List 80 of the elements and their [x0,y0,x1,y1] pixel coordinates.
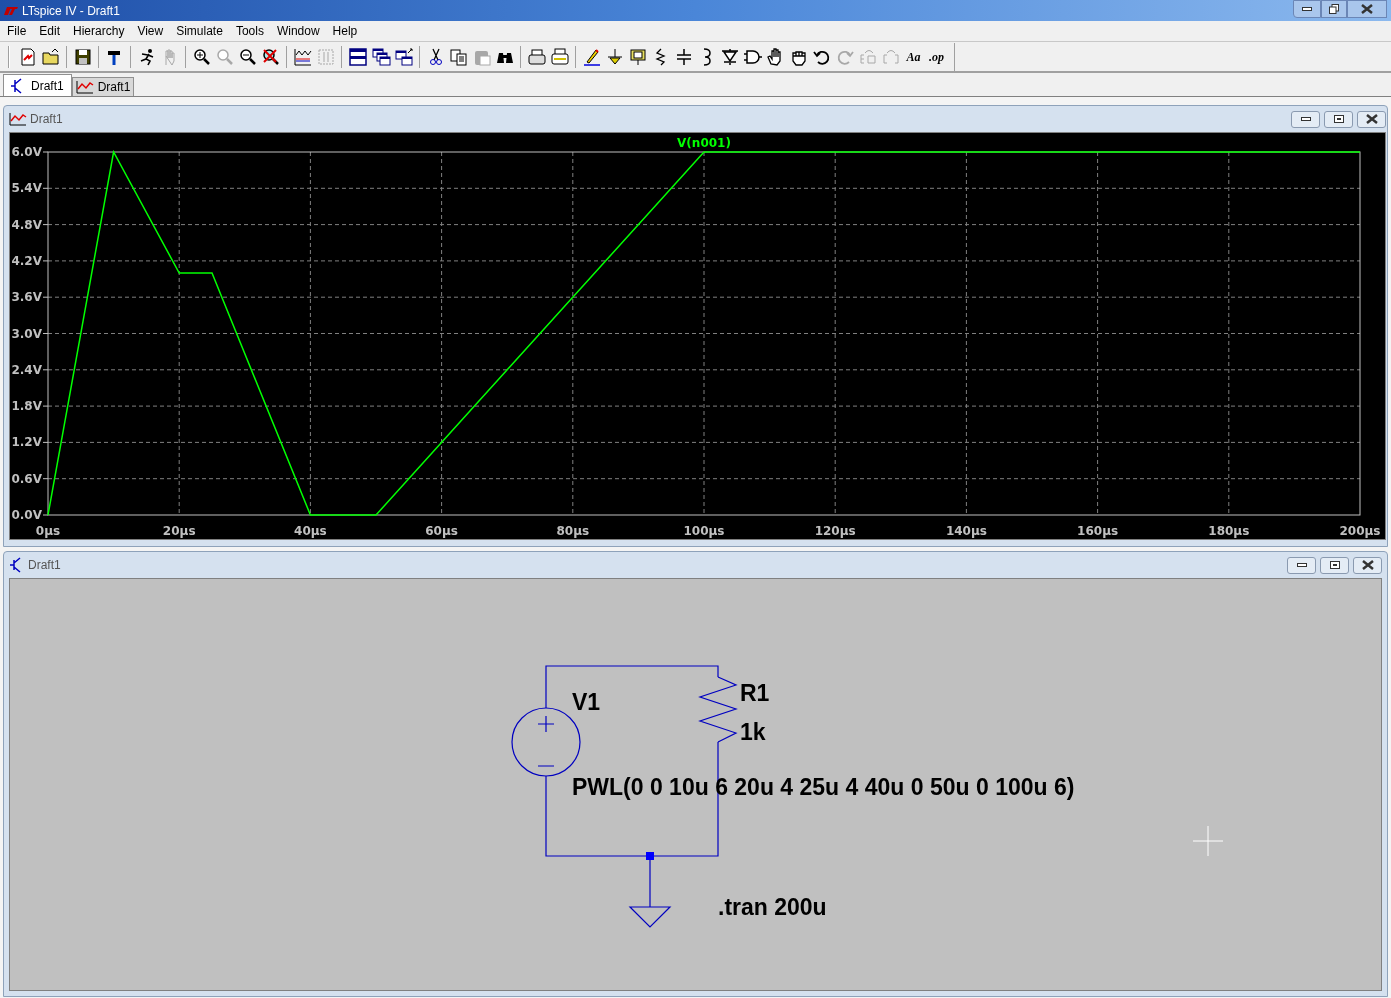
menu-item[interactable]: File [7,22,27,40]
y-axis-tick-label: 3.0V [11,326,42,341]
menu-item[interactable]: Edit [39,22,61,40]
spice-directive[interactable]: .tran 200u [718,894,827,920]
restore-button[interactable] [1321,0,1347,18]
component-name[interactable]: V1 [572,689,601,715]
close-button[interactable] [1353,556,1382,574]
x-axis-tick-label: 180µs [1208,524,1250,538]
minimize-button[interactable] [1293,0,1321,18]
x-axis-tick-label: 120µs [814,524,856,538]
folder-icon[interactable] [40,46,61,67]
close-button[interactable] [1357,110,1386,128]
schematic-window-title: Draft1 [28,557,61,574]
y-axis-tick-label: 4.2V [11,253,42,268]
cascade-windows-icon[interactable] [370,46,391,67]
minimize-icon [1302,7,1312,11]
y-axis-tick-label: 5.4V [11,181,42,196]
x-axis-tick-label: 40µs [294,524,327,538]
tile-windows-icon[interactable] [347,46,368,67]
maximize-button[interactable] [1324,110,1353,128]
close-icon [1361,4,1373,14]
menu-item[interactable]: View [137,22,164,40]
resistor-symbol [698,676,738,743]
y-axis-tick-label: 2.4V [11,362,42,377]
printer-icon[interactable] [526,46,547,67]
ground-symbol [629,859,672,928]
document-tab[interactable]: Draft1 [71,77,135,96]
close-button[interactable] [1347,0,1387,18]
app-logo-icon [4,5,18,16]
menu-item[interactable]: Help [332,22,358,40]
maximize-icon [1329,561,1340,569]
restore-icon [1329,4,1339,14]
component-name[interactable]: R1 [740,680,770,706]
x-axis-tick-label: 80µs [556,524,590,538]
y-axis-tick-label: 1.8V [11,399,42,414]
maximize-button[interactable] [1320,556,1349,574]
printer-icon[interactable] [549,46,570,67]
y-axis-tick-label: 0.0V [11,508,42,522]
toolbar-text-button[interactable]: .op [929,50,944,63]
toolbar-text-button[interactable]: Aa [906,50,921,63]
waveform-window-title: Draft1 [30,111,63,128]
minimize-icon [1300,117,1311,121]
y-axis-tick-label: 6.0V [11,145,42,159]
x-axis-tick-label: 100µs [683,524,725,538]
y-axis-tick-label: 1.2V [11,435,42,450]
x-axis-tick-label: 60µs [425,524,458,538]
crossed-magnifier-icon[interactable] [260,46,281,67]
document-tab[interactable]: Draft1 [3,74,72,96]
zoom-in-icon[interactable] [191,46,212,67]
waveform-icon [9,112,27,126]
window-title: LTspice IV - Draft1 [22,2,120,20]
y-axis-tick-label: 0.6V [11,471,42,486]
component-value[interactable]: 1k [740,719,766,745]
net-label-icon[interactable] [627,46,648,67]
zoom-out-icon[interactable] [237,46,258,67]
x-axis-tick-label: 140µs [945,524,987,538]
close-icon [1361,560,1374,570]
menu-item[interactable]: Hierarchy [73,22,125,40]
minimize-button[interactable] [1291,110,1320,128]
plot-icon[interactable] [292,46,313,67]
waveform-icon [75,80,94,94]
maximize-icon [1333,115,1344,123]
x-axis-tick-label: 160µs [1077,524,1119,538]
y-axis-tick-label: 4.8V [11,217,42,232]
arrange-windows-icon[interactable] [393,46,414,67]
pencil-icon[interactable] [581,46,602,67]
menu-item[interactable]: Tools [235,22,264,40]
copy-icon[interactable] [448,46,469,67]
minimize-icon [1296,563,1307,567]
x-axis-tick-label: 200µs [1339,524,1381,538]
x-axis-tick-label: 20µs [162,524,196,538]
minimize-button[interactable] [1287,556,1316,574]
crosshair-cursor [1192,825,1224,857]
x-axis-tick-label: 0µs [35,524,61,538]
menu-item[interactable]: Simulate [176,22,223,40]
menu-item[interactable]: Window [276,22,320,40]
trace-label[interactable]: V(n001) [677,136,731,150]
y-axis-tick-label: 3.6V [11,290,42,305]
close-icon [1365,114,1378,124]
diode-icon[interactable] [719,46,740,67]
